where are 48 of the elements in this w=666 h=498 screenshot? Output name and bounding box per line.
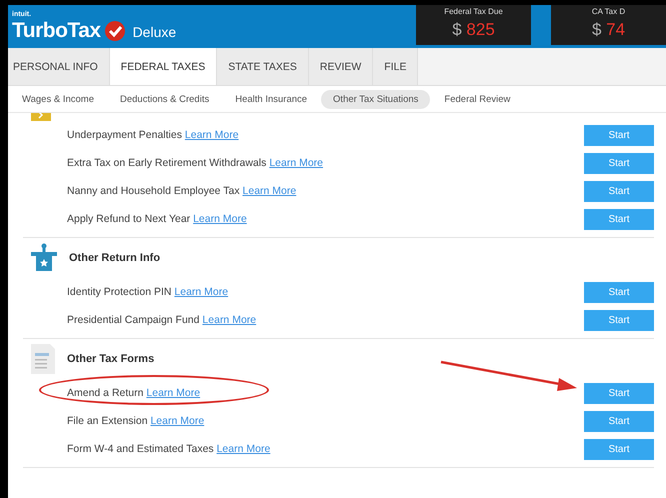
learn-more-link[interactable]: Learn More [146, 387, 200, 399]
learn-more-link[interactable]: Learn More [174, 286, 228, 298]
nav-tab[interactable]: REVIEW [308, 48, 374, 85]
subnav-tab[interactable]: Other Tax Situations [321, 90, 430, 108]
section-title: Other Tax Forms [67, 353, 154, 365]
document-icon [31, 344, 55, 374]
tax-due-amount: $ 74 [592, 20, 626, 40]
item-label: Form W-4 and Estimated Taxes Learn More [67, 443, 270, 455]
item-label: Apply Refund to Next Year Learn More [67, 213, 247, 225]
tax-due-label: CA Tax D [592, 7, 626, 16]
item-label: File an Extension Learn More [67, 415, 204, 427]
learn-more-link[interactable]: Learn More [193, 213, 247, 225]
learn-more-link[interactable]: Learn More [269, 157, 324, 169]
item-label: Amend a Return Learn More [67, 387, 200, 399]
item-label: Identity Protection PIN Learn More [67, 286, 228, 298]
learn-more-link[interactable]: Learn More [216, 443, 270, 455]
subnav-tab[interactable]: Health Insurance [223, 90, 320, 108]
start-button[interactable]: Start [584, 438, 654, 460]
item-label: Underpayment Penalties Learn More [67, 129, 239, 141]
checkmark-icon [104, 20, 125, 40]
learn-more-link[interactable]: Learn More [150, 415, 204, 427]
start-button[interactable]: Start [584, 310, 654, 330]
learn-more-link[interactable]: Learn More [202, 314, 256, 326]
tax-due-label: Federal Tax Due [444, 7, 503, 16]
start-button[interactable]: Start [584, 282, 654, 302]
section-title: Other Return Info [69, 252, 160, 264]
start-button[interactable]: Start [584, 180, 654, 202]
start-button[interactable]: Start [584, 382, 654, 404]
podium-star-icon [31, 243, 57, 273]
subnav-tab[interactable]: Deductions & Credits [108, 90, 222, 108]
nav-tab[interactable]: PERSONAL INFO [8, 48, 110, 85]
tax-due-amount: $ 825 [452, 20, 495, 40]
subnav-tab[interactable]: Federal Review [432, 90, 522, 108]
item-label: Extra Tax on Early Retirement Withdrawals Learn More [67, 157, 324, 169]
learn-more-link[interactable]: Learn More [242, 185, 296, 197]
nav-tab[interactable]: FILE [373, 48, 418, 85]
start-button[interactable]: Start [584, 124, 654, 146]
item-label: Presidential Campaign Fund Learn More [67, 314, 256, 326]
brand-logo-text: TurboTax [12, 18, 101, 42]
start-button[interactable]: Start [584, 208, 654, 230]
edition-label: Deluxe [132, 24, 176, 40]
item-label: Nanny and Household Employee Tax Learn More [67, 185, 296, 197]
subnav-tab[interactable]: Wages & Income [10, 90, 106, 108]
start-button[interactable]: Start [584, 410, 654, 432]
nav-tab[interactable]: FEDERAL TAXES [110, 48, 218, 85]
nav-tab[interactable]: STATE TAXES [217, 48, 309, 85]
learn-more-link[interactable]: Learn More [184, 129, 239, 141]
start-button[interactable]: Start [584, 152, 654, 174]
